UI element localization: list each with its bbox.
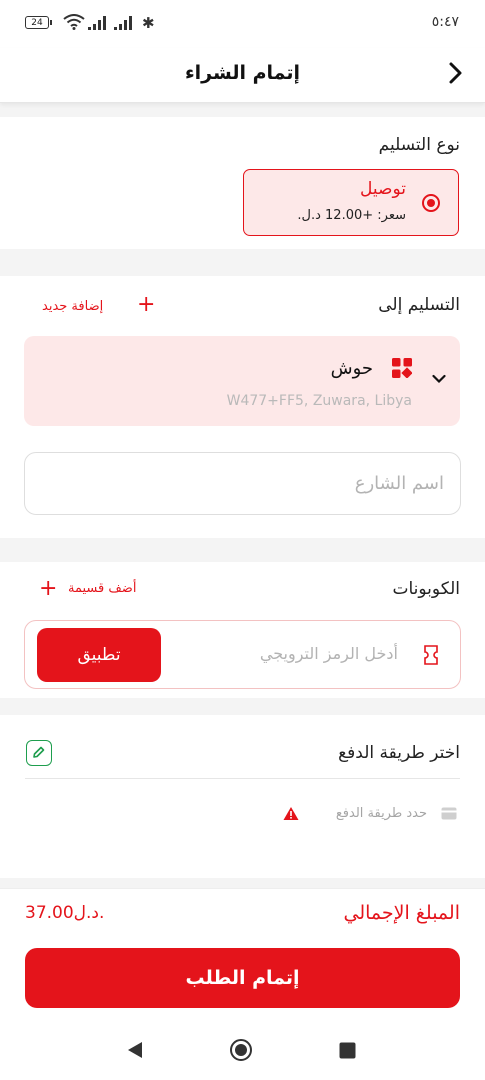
promo-code-placeholder: أدخل الرمز الترويجي bbox=[259, 644, 398, 663]
payment-section bbox=[0, 715, 485, 878]
edit-payment-button[interactable] bbox=[26, 740, 52, 766]
selected-address[interactable]: حوش W477+FF5, Zuwara, Libya bbox=[24, 336, 460, 426]
wifi-icon bbox=[63, 14, 85, 30]
delivery-option-name: توصيل bbox=[360, 179, 406, 199]
payment-method-hint: حدد طريقة الدفع bbox=[335, 806, 427, 821]
status-bar: 24 ✱ ٥:٤٧ bbox=[0, 0, 485, 48]
total-value: 37.00د.ل. bbox=[25, 903, 105, 923]
bluetooth-icon: ✱ bbox=[142, 14, 155, 32]
address-name: حوش bbox=[330, 358, 373, 379]
plus-icon[interactable]: + bbox=[137, 294, 155, 316]
pencil-icon bbox=[33, 746, 45, 758]
radio-selected-icon[interactable] bbox=[422, 194, 440, 212]
warning-icon bbox=[283, 807, 299, 820]
street-name-input[interactable]: اسم الشارع bbox=[24, 452, 461, 515]
signal-icon bbox=[88, 16, 106, 30]
apply-coupon-button[interactable]: تطبيق bbox=[37, 628, 161, 682]
add-new-address-link[interactable]: إضافة جديد bbox=[42, 299, 103, 314]
total-label: المبلغ الإجمالي bbox=[343, 902, 461, 924]
card-icon bbox=[441, 807, 457, 820]
address-plus-code: W477+FF5, Zuwara, Libya bbox=[226, 393, 412, 409]
payment-title: اختر طريقة الدفع bbox=[338, 743, 460, 763]
home-circle-icon[interactable] bbox=[229, 1038, 253, 1062]
checkout-button[interactable]: إتمام الطلب bbox=[25, 948, 460, 1008]
chevron-right-icon[interactable] bbox=[441, 58, 471, 88]
add-voucher-link[interactable]: أضف قسيمة bbox=[68, 581, 136, 596]
system-nav-bar bbox=[0, 1020, 485, 1080]
battery-icon: 24 bbox=[25, 16, 52, 29]
status-time: ٥:٤٧ bbox=[431, 14, 459, 30]
deliver-to-title: التسليم إلى bbox=[378, 295, 460, 315]
app-header: إتمام الشراء bbox=[0, 48, 485, 103]
divider bbox=[25, 778, 460, 779]
coupons-title: الكوبونات bbox=[392, 579, 460, 599]
plus-icon[interactable]: + bbox=[39, 578, 57, 600]
delivery-type-title: نوع التسليم bbox=[378, 135, 460, 155]
delivery-option[interactable]: توصيل سعر: +12.00 د.ل. bbox=[243, 169, 459, 236]
recents-square-icon[interactable] bbox=[339, 1042, 356, 1059]
street-name-placeholder: اسم الشارع bbox=[354, 473, 444, 494]
page-title: إتمام الشراء bbox=[184, 62, 301, 84]
delivery-option-price: سعر: +12.00 د.ل. bbox=[297, 208, 406, 223]
chevron-down-icon[interactable] bbox=[432, 374, 446, 384]
back-triangle-icon[interactable] bbox=[125, 1040, 145, 1060]
property-type-icon bbox=[392, 358, 412, 378]
ticket-icon bbox=[424, 645, 438, 665]
signal-icon bbox=[114, 16, 132, 30]
